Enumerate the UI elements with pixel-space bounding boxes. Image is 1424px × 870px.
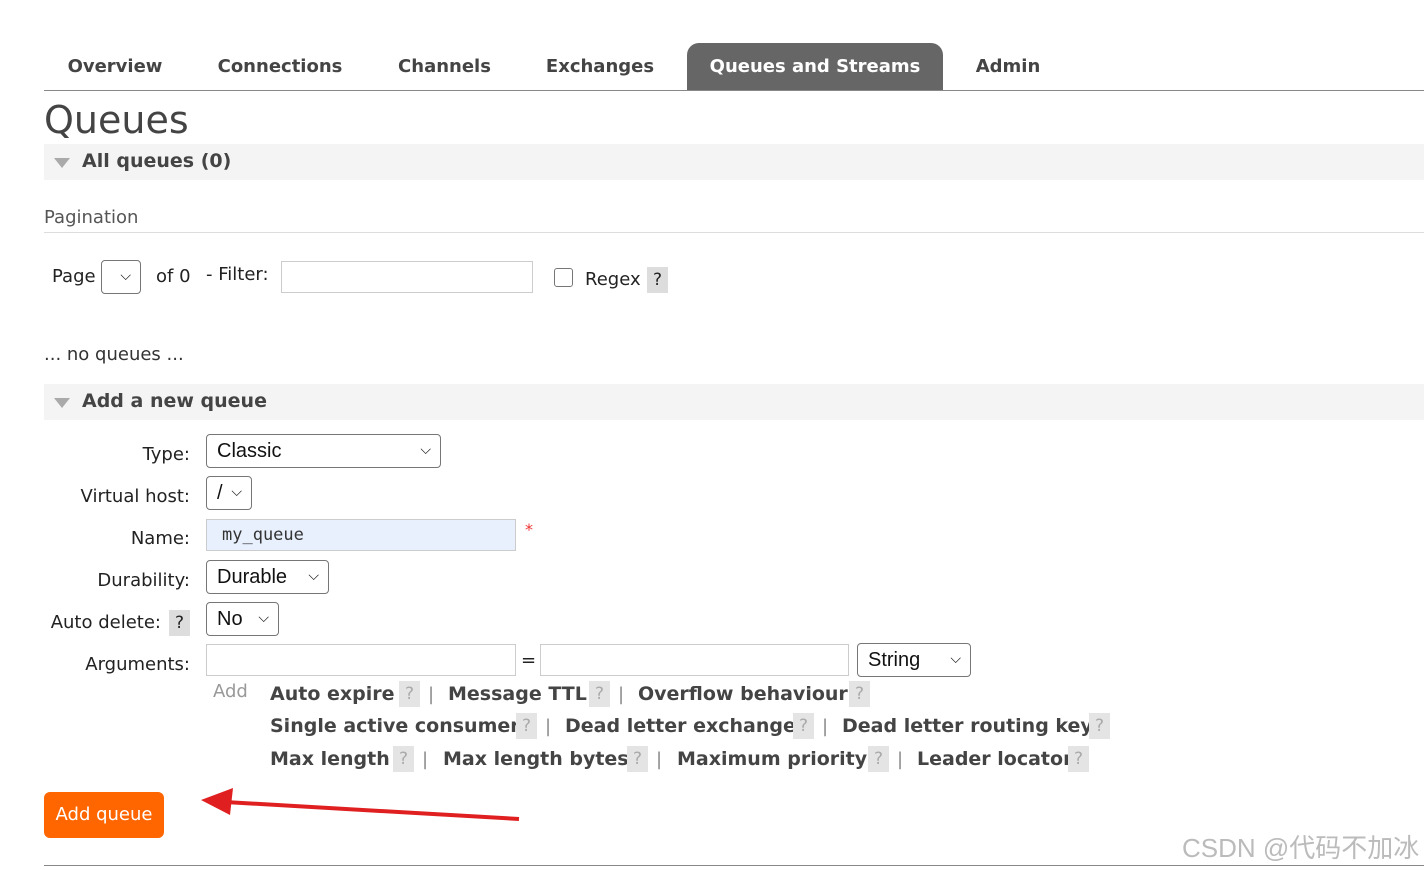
argument-value-input[interactable] [540, 644, 849, 676]
tab-queues-and-streams[interactable]: Queues and Streams [687, 43, 943, 90]
main-nav: Overview Connections Channels Exchanges … [44, 43, 1424, 91]
chevron-down-icon: ⌵ [950, 651, 961, 667]
message-ttl-help-button[interactable]: ? [589, 681, 610, 707]
virtual-host-select[interactable]: / ⌵ [206, 476, 252, 510]
tab-connections[interactable]: Connections [194, 43, 366, 90]
tab-admin[interactable]: Admin [956, 43, 1060, 90]
chevron-down-icon: ⌵ [420, 442, 431, 458]
arg-dead-letter-routing-key-link[interactable]: Dead letter routing key [842, 715, 1093, 737]
argument-type-select[interactable]: String ⌵ [857, 643, 971, 677]
add-queue-section-title: Add a new queue [82, 390, 267, 412]
single-active-consumer-help-button[interactable]: ? [516, 713, 537, 739]
tab-overview[interactable]: Overview [44, 43, 186, 90]
auto-delete-select[interactable]: No ⌵ [206, 602, 279, 636]
arg-overflow-behaviour-link[interactable]: Overflow behaviour [638, 683, 848, 705]
regex-help-button[interactable]: ? [647, 267, 668, 293]
chevron-down-icon: ⌵ [231, 484, 242, 500]
add-queue-button[interactable]: Add queue [44, 792, 164, 838]
max-length-bytes-help-button[interactable]: ? [627, 746, 648, 772]
separator: | [422, 749, 429, 770]
add-queue-section-header[interactable]: Add a new queue [44, 384, 1424, 420]
pagination-heading: Pagination [44, 207, 139, 228]
separator: | [428, 684, 435, 705]
filter-label: - Filter: [206, 264, 269, 285]
arrow-shaft [224, 800, 520, 821]
arrow-head [201, 788, 233, 815]
tab-exchanges[interactable]: Exchanges [524, 43, 676, 90]
max-length-help-button[interactable]: ? [393, 746, 414, 772]
separator: | [897, 749, 904, 770]
page-label: Page [52, 266, 96, 287]
virtual-host-label: Virtual host: [80, 486, 190, 507]
durability-label: Durability: [97, 570, 190, 591]
no-queues-text: ... no queues ... [44, 344, 184, 365]
arguments-label: Arguments: [85, 654, 190, 675]
arg-message-ttl-link[interactable]: Message TTL [448, 683, 587, 705]
chevron-down-icon: ⌵ [308, 568, 319, 584]
regex-checkbox[interactable] [554, 268, 573, 287]
arg-maximum-priority-link[interactable]: Maximum priority [677, 748, 867, 770]
regex-label: Regex [585, 269, 641, 290]
annotation-arrow [201, 788, 520, 821]
separator: | [545, 716, 552, 737]
dead-letter-exchange-help-button[interactable]: ? [793, 713, 814, 739]
collapse-triangle-icon [54, 398, 70, 408]
arg-max-length-bytes-link[interactable]: Max length bytes [443, 748, 629, 770]
auto-delete-label: Auto delete: [50, 612, 161, 633]
type-select[interactable]: Classic ⌵ [206, 434, 441, 468]
argument-type-value: String [868, 649, 921, 671]
durability-value: Durable [217, 566, 288, 588]
separator: | [822, 716, 829, 737]
arg-max-length-link[interactable]: Max length [270, 748, 390, 770]
add-argument-link[interactable]: Add [213, 681, 248, 702]
chevron-down-icon: ⌵ [120, 268, 131, 284]
chevron-down-icon: ⌵ [258, 610, 269, 626]
footer-divider [44, 865, 1424, 866]
arg-single-active-consumer-link[interactable]: Single active consumer [270, 715, 520, 737]
required-marker: * [525, 520, 533, 539]
dead-letter-routing-key-help-button[interactable]: ? [1089, 713, 1110, 739]
arg-auto-expire-link[interactable]: Auto expire [270, 683, 395, 705]
virtual-host-value: / [217, 482, 223, 504]
separator: | [618, 684, 625, 705]
all-queues-section-header[interactable]: All queues (0) [44, 144, 1424, 180]
watermark: CSDN @代码不加冰 [1182, 833, 1420, 863]
name-label: Name: [130, 528, 190, 549]
queue-name-input[interactable]: my_queue [206, 519, 516, 551]
type-select-value: Classic [217, 440, 282, 462]
divider [44, 232, 1424, 233]
overflow-behaviour-help-button[interactable]: ? [849, 681, 870, 707]
of-pages-label: of 0 [156, 266, 191, 287]
auto-delete-help-button[interactable]: ? [169, 610, 190, 636]
leader-locator-help-button[interactable]: ? [1068, 746, 1089, 772]
type-label: Type: [142, 444, 190, 465]
page-select[interactable]: ⌵ [101, 260, 141, 294]
page-title: Queues [44, 98, 189, 142]
all-queues-label: All queues (0) [82, 150, 232, 172]
filter-input[interactable] [281, 261, 533, 293]
auto-expire-help-button[interactable]: ? [399, 681, 420, 707]
auto-delete-value: No [217, 608, 243, 630]
arg-dead-letter-exchange-link[interactable]: Dead letter exchange [565, 715, 796, 737]
separator: | [656, 749, 663, 770]
tab-channels[interactable]: Channels [377, 43, 512, 90]
arg-leader-locator-link[interactable]: Leader locator [917, 748, 1072, 770]
argument-key-input[interactable] [206, 644, 516, 676]
durability-select[interactable]: Durable ⌵ [206, 560, 329, 594]
equals-sign: = [521, 650, 537, 671]
collapse-triangle-icon [54, 158, 70, 168]
maximum-priority-help-button[interactable]: ? [868, 746, 889, 772]
